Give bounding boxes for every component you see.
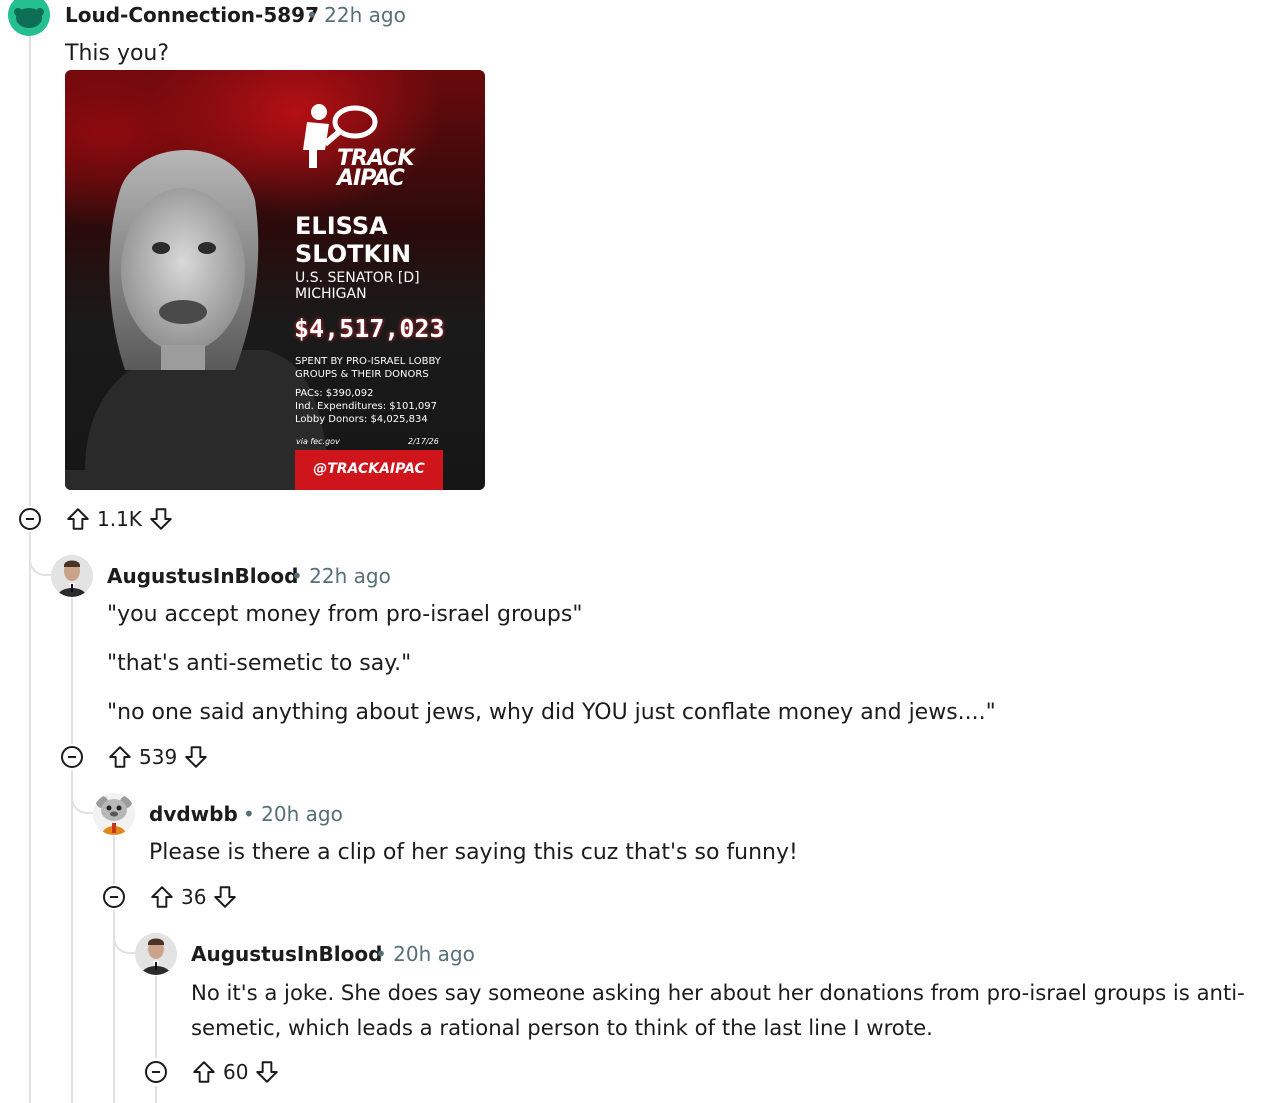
comment-author[interactable]: AugustusInBlood — [107, 564, 298, 588]
score: 60 — [223, 1060, 249, 1084]
comment-body-line: "no one said anything about jews, why di… — [107, 700, 996, 725]
thread-elbow — [71, 776, 93, 814]
thread-line-level-1[interactable] — [71, 598, 73, 744]
avatar[interactable] — [8, 0, 50, 36]
portrait-image — [65, 150, 330, 490]
collapse-button[interactable] — [103, 886, 125, 908]
source-label: via fec.gov — [296, 437, 340, 446]
thread-elbow — [113, 916, 135, 954]
breakdown-pacs: PACs: $390,092 — [295, 388, 374, 399]
upvote-icon[interactable] — [149, 884, 175, 910]
thread-elbow — [29, 540, 51, 576]
candidate-role: U.S. SENATOR [D] — [295, 270, 420, 286]
score: 539 — [139, 745, 178, 769]
score: 36 — [181, 885, 207, 909]
vote-bar: 60 — [191, 1057, 280, 1087]
vote-bar: 1.1K — [65, 504, 174, 534]
avatar[interactable] — [51, 555, 93, 597]
collapse-button[interactable] — [61, 746, 83, 768]
downvote-icon[interactable] — [148, 506, 174, 532]
avatar[interactable] — [93, 793, 135, 835]
comment-body: Please is there a clip of her saying thi… — [149, 840, 798, 865]
score: 1.1K — [97, 507, 142, 531]
downvote-icon[interactable] — [212, 884, 238, 910]
comment-timestamp: • 20h ago — [243, 802, 343, 826]
breakdown-lobby: Lobby Donors: $4,025,834 — [295, 414, 428, 425]
thread-line-level-2[interactable] — [113, 836, 115, 884]
candidate-first-name: ELISSA — [295, 212, 388, 240]
amount-spent: $4,517,023 — [294, 314, 445, 343]
breakdown-ind: Ind. Expenditures: $101,097 — [295, 401, 437, 412]
comment-body-line: semetic, which leads a rational person t… — [191, 1015, 933, 1040]
comment-author[interactable]: dvdwbb — [149, 802, 238, 826]
avatar[interactable] — [135, 933, 177, 975]
vote-bar: 36 — [149, 882, 238, 912]
thread-line-level-0[interactable] — [29, 36, 31, 506]
spent-caption-2: GROUPS & THEIR DONORS — [295, 369, 429, 380]
candidate-last-name: SLOTKIN — [295, 240, 412, 268]
vote-bar: 539 — [107, 742, 209, 772]
handle-banner: @TRACKAIPAC — [295, 450, 443, 490]
user-photo-icon — [135, 933, 177, 975]
snoo-avatar-icon — [8, 0, 50, 36]
comment-image[interactable]: TRACK AIPAC ELISSA SLOTKIN U.S. SENATOR … — [65, 70, 485, 490]
thread-line-level-3-lower[interactable] — [155, 1086, 157, 1103]
comment-timestamp: • 22h ago — [291, 564, 391, 588]
thread-line-level-3[interactable] — [155, 976, 157, 1058]
collapse-button[interactable] — [19, 508, 41, 530]
collapse-button[interactable] — [145, 1061, 167, 1083]
downvote-icon[interactable] — [254, 1059, 280, 1085]
comment-body-line: "you accept money from pro-israel groups… — [107, 602, 583, 627]
comment-timestamp: • 20h ago — [375, 942, 475, 966]
comment-author[interactable]: Loud-Connection-5897 — [65, 3, 319, 27]
brand-line-2: AIPAC — [337, 166, 405, 191]
date-label: 2/17/26 — [408, 437, 439, 446]
upvote-icon[interactable] — [65, 506, 91, 532]
comment-author[interactable]: AugustusInBlood — [191, 942, 382, 966]
upvote-icon[interactable] — [191, 1059, 217, 1085]
user-photo-icon — [51, 555, 93, 597]
snoo-bear-avatar-icon — [93, 793, 135, 835]
spent-caption-1: SPENT BY PRO-ISRAEL LOBBY — [295, 356, 441, 367]
candidate-state: MICHIGAN — [295, 286, 367, 302]
thread-line-level-1-lower[interactable] — [71, 770, 73, 1103]
comment-timestamp: • 22h ago — [306, 3, 406, 27]
comment-body-line: No it's a joke. She does say someone ask… — [191, 980, 1245, 1005]
handle-text: @TRACKAIPAC — [313, 461, 425, 477]
downvote-icon[interactable] — [183, 744, 209, 770]
comment-body-line: "that's anti-semetic to say." — [107, 651, 412, 676]
thread-line-level-0-lower[interactable] — [29, 532, 31, 1103]
upvote-icon[interactable] — [107, 744, 133, 770]
comment-body: This you? — [65, 41, 170, 66]
